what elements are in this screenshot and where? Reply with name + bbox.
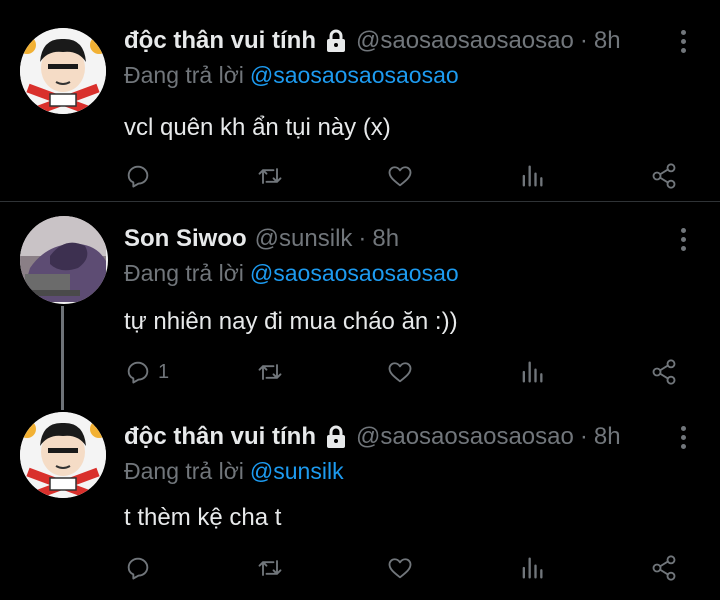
analytics-icon <box>522 165 543 187</box>
analytics-icon <box>522 361 543 383</box>
dot-separator: · <box>358 225 367 252</box>
reply-button[interactable]: 1 <box>124 352 169 392</box>
tweet-header: độc thân vui tính @saosaosaosaosao · 8h <box>124 24 621 58</box>
like-button[interactable] <box>386 548 414 588</box>
dot-separator: · <box>579 423 588 450</box>
display-name[interactable]: độc thân vui tính <box>124 27 316 55</box>
tweet-text: vcl quên kh ẩn tụi này (x) <box>124 114 391 141</box>
more-icon[interactable] <box>673 422 693 452</box>
share-button[interactable] <box>650 548 678 588</box>
retweet-icon <box>258 168 282 184</box>
like-icon <box>388 166 412 187</box>
share-icon <box>652 163 676 189</box>
analytics-button[interactable] <box>518 352 546 392</box>
display-name[interactable]: độc thân vui tính <box>124 423 316 451</box>
reply-icon <box>127 165 149 188</box>
like-icon <box>388 558 412 579</box>
user-handle[interactable]: @saosaosaosaosao <box>356 27 574 55</box>
reply-icon <box>127 361 149 384</box>
timestamp[interactable]: 8h <box>594 27 621 55</box>
dot-separator: · <box>579 27 588 54</box>
action-bar <box>0 548 720 588</box>
like-button[interactable] <box>386 352 414 392</box>
reply-button[interactable] <box>124 548 158 588</box>
share-button[interactable] <box>650 156 678 196</box>
share-button[interactable] <box>650 352 678 392</box>
more-icon[interactable] <box>673 224 693 254</box>
user-handle[interactable]: @sunsilk <box>255 225 353 253</box>
timestamp[interactable]: 8h <box>594 423 621 451</box>
reply-button[interactable] <box>124 156 158 196</box>
action-bar <box>0 156 720 196</box>
replying-to-label: Đang trả lời <box>124 458 244 484</box>
retweet-button[interactable] <box>256 352 284 392</box>
replying-to-label: Đang trả lời <box>124 62 244 88</box>
retweet-icon <box>258 364 282 380</box>
replying-to: Đang trả lời @sunsilk <box>124 458 344 485</box>
tweet-header: độc thân vui tính @saosaosaosaosao · 8h <box>124 420 621 454</box>
retweet-icon <box>258 560 282 576</box>
share-icon <box>652 555 676 581</box>
action-bar: 1 <box>0 352 720 392</box>
retweet-button[interactable] <box>256 156 284 196</box>
user-handle[interactable]: @saosaosaosaosao <box>356 423 574 451</box>
avatar[interactable] <box>20 28 106 114</box>
replying-to-label: Đang trả lời <box>124 260 244 286</box>
lock-icon <box>327 425 345 448</box>
replying-to: Đang trả lời @saosaosaosaosao <box>124 62 459 89</box>
replying-to-handle[interactable]: @saosaosaosaosao <box>250 62 459 88</box>
replying-to-handle[interactable]: @saosaosaosaosao <box>250 260 459 286</box>
display-name[interactable]: Son Siwoo <box>124 225 247 253</box>
analytics-icon <box>522 557 543 579</box>
retweet-button[interactable] <box>256 548 284 588</box>
replying-to: Đang trả lời @saosaosaosaosao <box>124 260 459 287</box>
avatar[interactable] <box>20 216 108 304</box>
replying-to-handle[interactable]: @sunsilk <box>250 458 344 484</box>
like-button[interactable] <box>386 156 414 196</box>
analytics-button[interactable] <box>518 548 546 588</box>
tweet-text: t thèm kệ cha t <box>124 504 282 531</box>
lock-icon <box>327 29 345 52</box>
share-icon <box>652 359 676 385</box>
reply-icon <box>127 557 149 580</box>
avatar[interactable] <box>20 412 106 498</box>
analytics-button[interactable] <box>518 156 546 196</box>
like-icon <box>388 362 412 383</box>
reply-count: 1 <box>158 360 170 383</box>
tweet-header: Son Siwoo @sunsilk · 8h <box>124 222 399 256</box>
tweet-divider <box>0 201 720 202</box>
more-icon[interactable] <box>673 26 693 56</box>
tweet-text: tự nhiên nay đi mua cháo ăn :)) <box>124 308 458 335</box>
timestamp[interactable]: 8h <box>372 225 399 253</box>
